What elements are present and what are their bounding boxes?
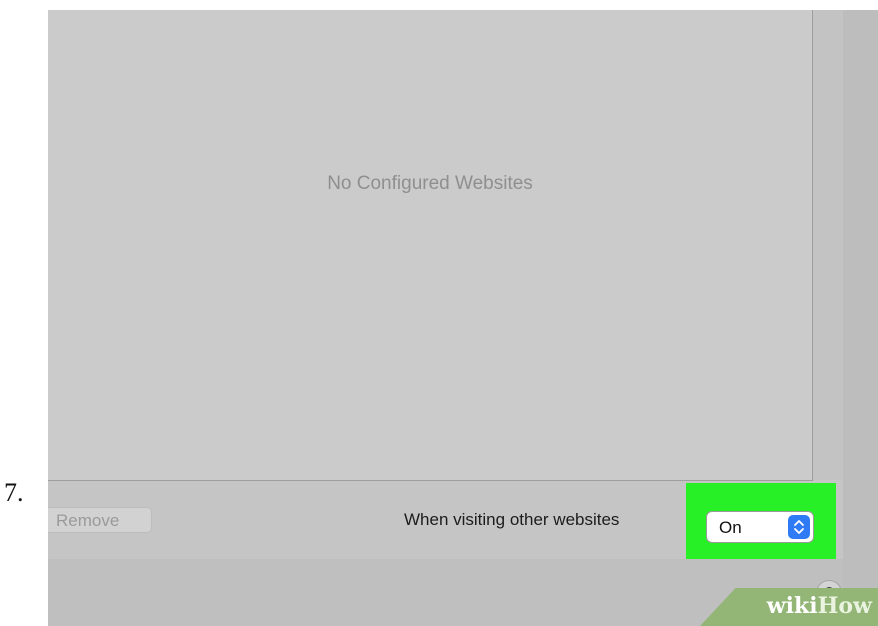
watermark-wiki: wiki <box>766 593 818 619</box>
remove-button[interactable]: Remove <box>48 507 152 533</box>
watermark-text: wikiHow <box>767 593 872 619</box>
window-right-edge <box>843 10 878 626</box>
preferences-window: No Configured Websites Remove When visit… <box>48 10 878 626</box>
highlight-box: On <box>686 483 836 567</box>
popup-value: On <box>719 518 742 537</box>
empty-list-text: No Configured Websites <box>327 173 533 194</box>
watermark-how: How <box>817 593 872 619</box>
configured-websites-list[interactable]: No Configured Websites <box>48 10 813 481</box>
other-websites-popup[interactable]: On <box>706 511 814 543</box>
step-number: 7. <box>4 478 24 507</box>
chevron-updown-icon[interactable] <box>788 515 810 539</box>
other-websites-label: When visiting other websites <box>404 510 620 529</box>
list-side-strip <box>813 10 843 480</box>
